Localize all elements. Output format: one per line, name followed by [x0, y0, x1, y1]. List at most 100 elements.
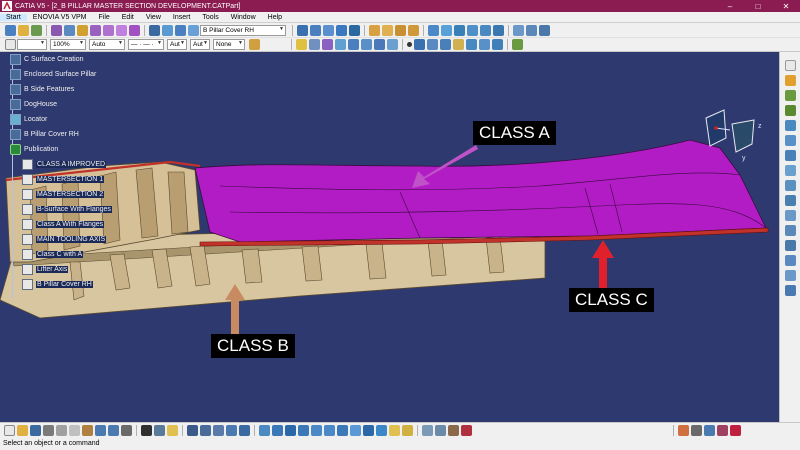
menu-enovia[interactable]: ENOVIA V5 VPM — [27, 14, 93, 21]
line-color-select[interactable]: ▼ — [17, 39, 47, 50]
intersection-icon[interactable] — [493, 24, 504, 36]
new-icon[interactable] — [4, 424, 15, 436]
join-surface-icon[interactable] — [784, 225, 796, 236]
copy-icon[interactable] — [69, 424, 80, 436]
knowledge-icon[interactable] — [691, 424, 702, 436]
snapshot-icon[interactable] — [200, 424, 211, 436]
apply-material-bottom-icon[interactable] — [678, 424, 689, 436]
fillet-icon[interactable] — [382, 24, 393, 36]
tree-node[interactable]: MASTERSECTION 2 — [10, 187, 130, 202]
revolve-surface-icon[interactable] — [784, 105, 796, 116]
corner-icon[interactable] — [454, 24, 465, 36]
sketcher-icon[interactable] — [296, 39, 307, 50]
current-body-select[interactable]: B Pillar Cover RH ▼ — [200, 24, 286, 36]
projection-icon[interactable] — [480, 24, 491, 36]
sweep-icon[interactable] — [116, 24, 127, 36]
3d-compass-icon[interactable] — [717, 424, 728, 436]
menu-window[interactable]: Window — [225, 14, 262, 21]
line-icon[interactable] — [64, 24, 75, 36]
tree-node[interactable]: Publication — [10, 142, 130, 157]
painter-icon[interactable] — [249, 39, 260, 50]
healing-icon[interactable] — [784, 240, 796, 251]
tree-node[interactable]: CLASS A IMPROVED — [10, 157, 130, 172]
section-icon[interactable] — [175, 24, 186, 36]
extract-icon[interactable] — [349, 24, 360, 36]
menu-help[interactable]: Help — [262, 14, 288, 21]
tree-node[interactable]: MASTERSECTION 1 — [10, 172, 130, 187]
menu-insert[interactable]: Insert — [167, 14, 197, 21]
undo-bottom-icon[interactable] — [95, 424, 106, 436]
revolve-icon[interactable] — [103, 24, 114, 36]
measure-icon[interactable] — [149, 24, 160, 36]
line-type-select[interactable]: — · — · ▼ — [128, 39, 164, 50]
print-icon[interactable] — [43, 424, 54, 436]
connect-curve-icon[interactable] — [467, 24, 478, 36]
cylinder-icon[interactable] — [784, 135, 796, 146]
tree-node[interactable]: B Pillar Cover RH — [10, 277, 130, 292]
layer-select[interactable]: None ▼ — [213, 39, 245, 50]
paste-icon[interactable] — [82, 424, 93, 436]
point-type-select[interactable]: Aut ▼ — [167, 39, 187, 50]
axis-bottom-icon[interactable] — [239, 424, 250, 436]
fill-icon[interactable] — [129, 24, 140, 36]
redo-icon[interactable] — [108, 424, 119, 436]
point-icon[interactable] — [51, 24, 62, 36]
untrim-icon[interactable] — [784, 255, 796, 266]
trim-icon[interactable] — [323, 24, 334, 36]
menu-view[interactable]: View — [140, 14, 167, 21]
sketch-icon[interactable] — [784, 75, 796, 86]
tree-node[interactable]: Lifter Axis — [10, 262, 130, 277]
tree-node[interactable]: Class C with A — [10, 247, 130, 262]
ordered-set-icon[interactable] — [335, 39, 346, 50]
analysis-icon[interactable] — [162, 24, 173, 36]
law-icon[interactable] — [513, 24, 524, 36]
draft-icon[interactable] — [374, 39, 385, 50]
minimize-button[interactable]: – — [716, 2, 744, 11]
spline-icon[interactable] — [428, 24, 439, 36]
spline-create-icon[interactable] — [479, 39, 490, 50]
blend-icon[interactable] — [784, 180, 796, 191]
tree-node[interactable]: C Surface Creation — [10, 52, 130, 67]
plane-create-icon[interactable] — [453, 39, 464, 50]
normal-view-icon[interactable] — [337, 424, 348, 436]
polyline-icon[interactable] — [440, 39, 451, 50]
open-icon[interactable] — [18, 24, 29, 36]
tree-node[interactable]: B-Surface With Flanges — [10, 202, 130, 217]
shell-icon[interactable] — [387, 39, 398, 50]
point-create-icon[interactable] — [407, 42, 412, 47]
shading-icon[interactable] — [376, 424, 387, 436]
offset-icon[interactable] — [369, 24, 380, 36]
tree-node[interactable]: Enclosed Surface Pillar — [10, 67, 130, 82]
extrude-icon[interactable] — [90, 24, 101, 36]
tree-node[interactable]: B Pillar Cover RH — [10, 127, 130, 142]
curvature-icon[interactable] — [188, 24, 199, 36]
cut-icon[interactable] — [56, 424, 67, 436]
disassemble-icon[interactable] — [784, 270, 796, 281]
update-icon[interactable] — [704, 424, 715, 436]
pan-icon[interactable] — [285, 424, 296, 436]
layer-filter-select[interactable]: Aut ▼ — [190, 39, 210, 50]
select-icon[interactable] — [784, 60, 796, 71]
maximize-button[interactable]: □ — [744, 2, 772, 11]
boolean-icon[interactable] — [348, 39, 359, 50]
pattern-icon[interactable] — [526, 24, 537, 36]
swap-space-icon[interactable] — [402, 424, 413, 436]
zoom-out-icon[interactable] — [324, 424, 335, 436]
tree-node[interactable]: B Side Features — [10, 82, 130, 97]
fill-color-icon[interactable] — [5, 39, 16, 50]
transparency-select[interactable]: 100% ▼ — [50, 39, 86, 50]
menu-start[interactable]: Start — [0, 13, 27, 21]
fill-surface-icon[interactable] — [784, 210, 796, 221]
axis-icon[interactable] — [427, 39, 438, 50]
join-icon[interactable] — [297, 24, 308, 36]
catalog-icon[interactable] — [167, 424, 178, 436]
split-icon[interactable] — [310, 24, 321, 36]
compass-icon[interactable]: z y — [702, 108, 766, 164]
repetition-icon[interactable] — [539, 24, 550, 36]
undo-icon[interactable] — [31, 24, 42, 36]
tree-node[interactable]: DogHouse — [10, 97, 130, 112]
line-thickness-select[interactable]: Auto ▼ — [89, 39, 125, 50]
helix-icon[interactable] — [492, 39, 503, 50]
menu-tools[interactable]: Tools — [196, 14, 224, 21]
compass-bottom-icon[interactable] — [226, 424, 237, 436]
